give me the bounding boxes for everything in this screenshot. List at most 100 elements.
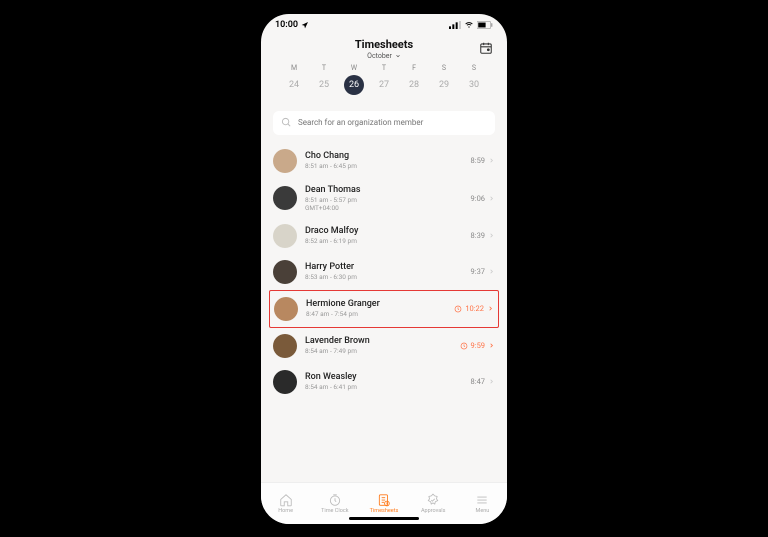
tab-approvals[interactable]: Approvals (409, 493, 458, 514)
total-hours: 9:06 (471, 194, 485, 203)
member-name: Ron Weasley (305, 372, 463, 382)
day-label: W (339, 64, 369, 72)
member-row[interactable]: Dean Thomas 8:51 am - 5:57 pm GMT+04:00 … (261, 179, 507, 218)
total-hours: 9:37 (471, 267, 485, 276)
member-info: Draco Malfoy 8:52 am - 6:19 pm (305, 226, 463, 245)
member-total: 8:59 (471, 156, 495, 165)
day-s-30[interactable]: S 30 (459, 64, 489, 95)
tab-menu[interactable]: Menu (458, 493, 507, 514)
chevron-right-icon (488, 268, 495, 275)
chevron-right-icon (488, 342, 495, 349)
day-label: T (369, 64, 399, 72)
wifi-icon (464, 21, 474, 29)
member-info: Harry Potter 8:53 am - 6:30 pm (305, 262, 463, 281)
avatar (273, 370, 297, 394)
search-input[interactable] (298, 118, 487, 127)
tab-label: Menu (476, 508, 490, 514)
total-hours: 8:39 (471, 231, 485, 240)
member-times: 8:52 am - 6:19 pm (305, 237, 463, 245)
signal-icon (449, 21, 461, 29)
month-selector[interactable]: October (273, 52, 495, 60)
tab-time-clock[interactable]: Time Clock (310, 493, 359, 514)
day-f-28[interactable]: F28 (399, 64, 429, 95)
member-name: Hermione Granger (306, 299, 446, 309)
total-hours: 10:22 (465, 304, 484, 313)
day-t-27[interactable]: T27 (369, 64, 399, 95)
chevron-right-icon (487, 305, 494, 312)
tab-label: Timesheets (370, 508, 399, 514)
member-name: Dean Thomas (305, 185, 463, 195)
member-name: Cho Chang (305, 151, 463, 161)
tab-timesheets[interactable]: Timesheets (359, 493, 408, 514)
menu-icon (475, 493, 489, 507)
member-list: Cho Chang 8:51 am - 6:45 pm 8:59 Dean Th… (261, 139, 507, 482)
day-label: M (279, 64, 309, 72)
tab-label: Time Clock (321, 508, 348, 514)
calendar-icon (479, 41, 493, 55)
member-row[interactable]: Lavender Brown 8:54 am - 7:49 pm 9:59 (261, 328, 507, 364)
day-w-26[interactable]: W 26 (339, 64, 369, 95)
location-icon (301, 21, 309, 29)
timesheets-icon (377, 493, 391, 507)
day-number: 26 (344, 75, 364, 95)
member-row[interactable]: Hermione Granger 8:47 am - 7:54 pm 10:22 (269, 290, 499, 328)
avatar (273, 149, 297, 173)
day-number: 30 (459, 75, 489, 95)
day-number: 29 (429, 75, 459, 95)
member-row[interactable]: Ron Weasley 8:54 am - 6:41 pm 8:47 (261, 364, 507, 400)
chevron-right-icon (488, 157, 495, 164)
member-row[interactable]: Harry Potter 8:53 am - 6:30 pm 9:37 (261, 254, 507, 290)
member-name: Harry Potter (305, 262, 463, 272)
home-icon (279, 493, 293, 507)
avatar (273, 334, 297, 358)
page-title: Timesheets (273, 38, 495, 51)
member-name: Draco Malfoy (305, 226, 463, 236)
clock-warning-icon (460, 342, 468, 350)
chevron-right-icon (488, 232, 495, 239)
search-icon (281, 117, 292, 128)
member-name: Lavender Brown (305, 336, 452, 346)
calendar-button[interactable] (479, 40, 493, 59)
tab-home[interactable]: Home (261, 493, 310, 514)
avatar (274, 297, 298, 321)
member-info: Hermione Granger 8:47 am - 7:54 pm (306, 299, 446, 318)
member-total: 9:37 (471, 267, 495, 276)
day-label: F (399, 64, 429, 72)
day-label: S (459, 64, 489, 72)
member-info: Ron Weasley 8:54 am - 6:41 pm (305, 372, 463, 391)
day-m-24[interactable]: M 24 (279, 64, 309, 95)
avatar (273, 224, 297, 248)
day-t-25[interactable]: T 25 (309, 64, 339, 95)
day-number: 25 (309, 75, 339, 95)
status-bar: 10:00 (261, 14, 507, 36)
day-number: 24 (279, 75, 309, 95)
home-indicator (349, 517, 419, 520)
day-s-29[interactable]: S 29 (429, 64, 459, 95)
approvals-icon (426, 493, 440, 507)
member-total: 8:39 (471, 231, 495, 240)
total-hours: 8:47 (471, 377, 485, 386)
tab-label: Home (278, 508, 293, 514)
member-total: 8:47 (471, 377, 495, 386)
avatar (273, 186, 297, 210)
day-label: S (429, 64, 459, 72)
member-info: Lavender Brown 8:54 am - 7:49 pm (305, 336, 452, 355)
member-times: 8:51 am - 5:57 pm (305, 196, 463, 204)
day-label: T (309, 64, 339, 72)
search-bar[interactable] (273, 111, 495, 135)
chevron-down-icon (395, 53, 401, 59)
total-hours: 8:59 (471, 156, 485, 165)
header: Timesheets October M24T25W26T27F28S29S30 (261, 36, 507, 103)
phone-frame: 10:00 Timesheets October M24T25W26T27F28… (261, 14, 507, 524)
chevron-right-icon (488, 378, 495, 385)
clock-warning-icon (454, 305, 462, 313)
member-info: Dean Thomas 8:51 am - 5:57 pm GMT+04:00 (305, 185, 463, 212)
member-total: 9:06 (471, 194, 495, 203)
tab-label: Approvals (421, 508, 445, 514)
member-row[interactable]: Draco Malfoy 8:52 am - 6:19 pm 8:39 (261, 218, 507, 254)
member-times: 8:54 am - 7:49 pm (305, 347, 452, 355)
member-row[interactable]: Cho Chang 8:51 am - 6:45 pm 8:59 (261, 143, 507, 179)
status-time: 10:00 (275, 20, 298, 30)
week-row: M24T25W26T27F28S29S30 (273, 60, 495, 95)
member-times: 8:54 am - 6:41 pm (305, 383, 463, 391)
